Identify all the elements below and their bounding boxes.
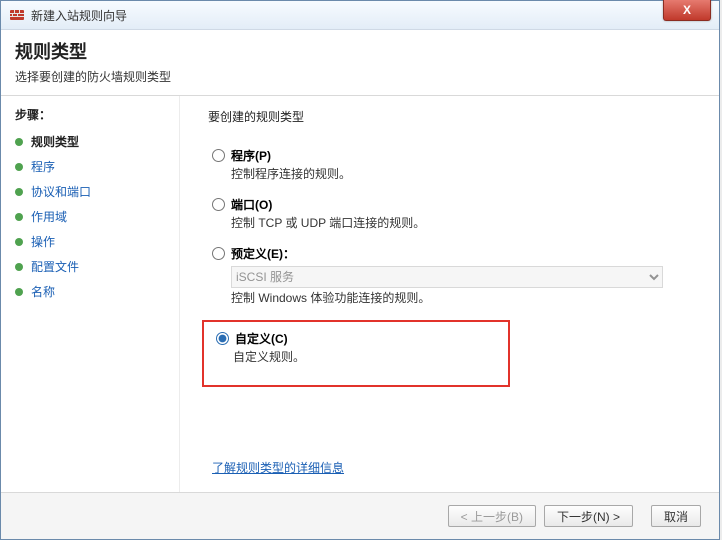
sidebar-item-label: 作用域	[31, 208, 67, 225]
bullet-icon	[15, 138, 23, 146]
content-title: 要创建的规则类型	[208, 108, 695, 125]
radio-port[interactable]	[212, 198, 225, 211]
wizard-window: 新建入站规则向导 X 规则类型 选择要创建的防火墙规则类型 步骤： 规则类型程序…	[0, 0, 720, 540]
wizard-footer: < 上一步(B) 下一步(N) > 取消	[1, 492, 719, 539]
highlight-box: 自定义(C) 自定义规则。	[202, 320, 510, 387]
sidebar-item-label: 名称	[31, 283, 55, 300]
option-predefined: 预定义(E)： iSCSI 服务 控制 Windows 体验功能连接的规则。	[208, 245, 695, 306]
titlebar: 新建入站规则向导 X	[1, 1, 719, 30]
sidebar-item-label: 规则类型	[31, 133, 79, 150]
label-port: 端口(O)	[231, 196, 272, 213]
close-button[interactable]: X	[663, 0, 711, 21]
steps-sidebar: 步骤： 规则类型程序协议和端口作用域操作配置文件名称	[1, 96, 179, 506]
label-program: 程序(P)	[231, 147, 271, 164]
sidebar-item-label: 协议和端口	[31, 183, 91, 200]
bullet-icon	[15, 263, 23, 271]
sidebar-item[interactable]: 操作	[15, 229, 171, 254]
sidebar-item[interactable]: 规则类型	[15, 129, 171, 154]
content-pane: 要创建的规则类型 程序(P) 控制程序连接的规则。 端口(O) 控制 TCP 或…	[179, 96, 719, 506]
steps-list: 规则类型程序协议和端口作用域操作配置文件名称	[15, 129, 171, 304]
steps-title: 步骤：	[15, 106, 171, 123]
firewall-icon	[9, 7, 25, 23]
desc-predefined: 控制 Windows 体验功能连接的规则。	[231, 289, 695, 306]
learn-more-link[interactable]: 了解规则类型的详细信息	[212, 459, 344, 476]
wizard-body: 步骤： 规则类型程序协议和端口作用域操作配置文件名称 要创建的规则类型 程序(P…	[1, 96, 719, 506]
window-title: 新建入站规则向导	[31, 7, 127, 24]
sidebar-item[interactable]: 名称	[15, 279, 171, 304]
bullet-icon	[15, 163, 23, 171]
label-custom: 自定义(C)	[235, 330, 288, 347]
back-button[interactable]: < 上一步(B)	[448, 505, 536, 527]
page-subtitle: 选择要创建的防火墙规则类型	[15, 68, 705, 85]
page-title: 规则类型	[15, 38, 705, 64]
option-program: 程序(P) 控制程序连接的规则。	[208, 147, 695, 182]
sidebar-item-label: 配置文件	[31, 258, 79, 275]
next-button[interactable]: 下一步(N) >	[544, 505, 633, 527]
option-port: 端口(O) 控制 TCP 或 UDP 端口连接的规则。	[208, 196, 695, 231]
desc-program: 控制程序连接的规则。	[231, 165, 695, 182]
option-custom: 自定义(C) 自定义规则。	[210, 330, 502, 365]
desc-custom: 自定义规则。	[233, 348, 502, 365]
wizard-header: 规则类型 选择要创建的防火墙规则类型	[1, 30, 719, 96]
bullet-icon	[15, 238, 23, 246]
desc-port: 控制 TCP 或 UDP 端口连接的规则。	[231, 214, 695, 231]
sidebar-item-label: 操作	[31, 233, 55, 250]
bullet-icon	[15, 188, 23, 196]
sidebar-item[interactable]: 配置文件	[15, 254, 171, 279]
sidebar-item[interactable]: 程序	[15, 154, 171, 179]
select-predefined[interactable]: iSCSI 服务	[231, 266, 663, 288]
radio-custom[interactable]	[216, 332, 229, 345]
sidebar-item[interactable]: 作用域	[15, 204, 171, 229]
cancel-button[interactable]: 取消	[651, 505, 701, 527]
radio-program[interactable]	[212, 149, 225, 162]
sidebar-item[interactable]: 协议和端口	[15, 179, 171, 204]
radio-predefined[interactable]	[212, 247, 225, 260]
close-icon: X	[683, 3, 691, 17]
bullet-icon	[15, 213, 23, 221]
bullet-icon	[15, 288, 23, 296]
sidebar-item-label: 程序	[31, 158, 55, 175]
label-predefined: 预定义(E)：	[231, 245, 295, 262]
